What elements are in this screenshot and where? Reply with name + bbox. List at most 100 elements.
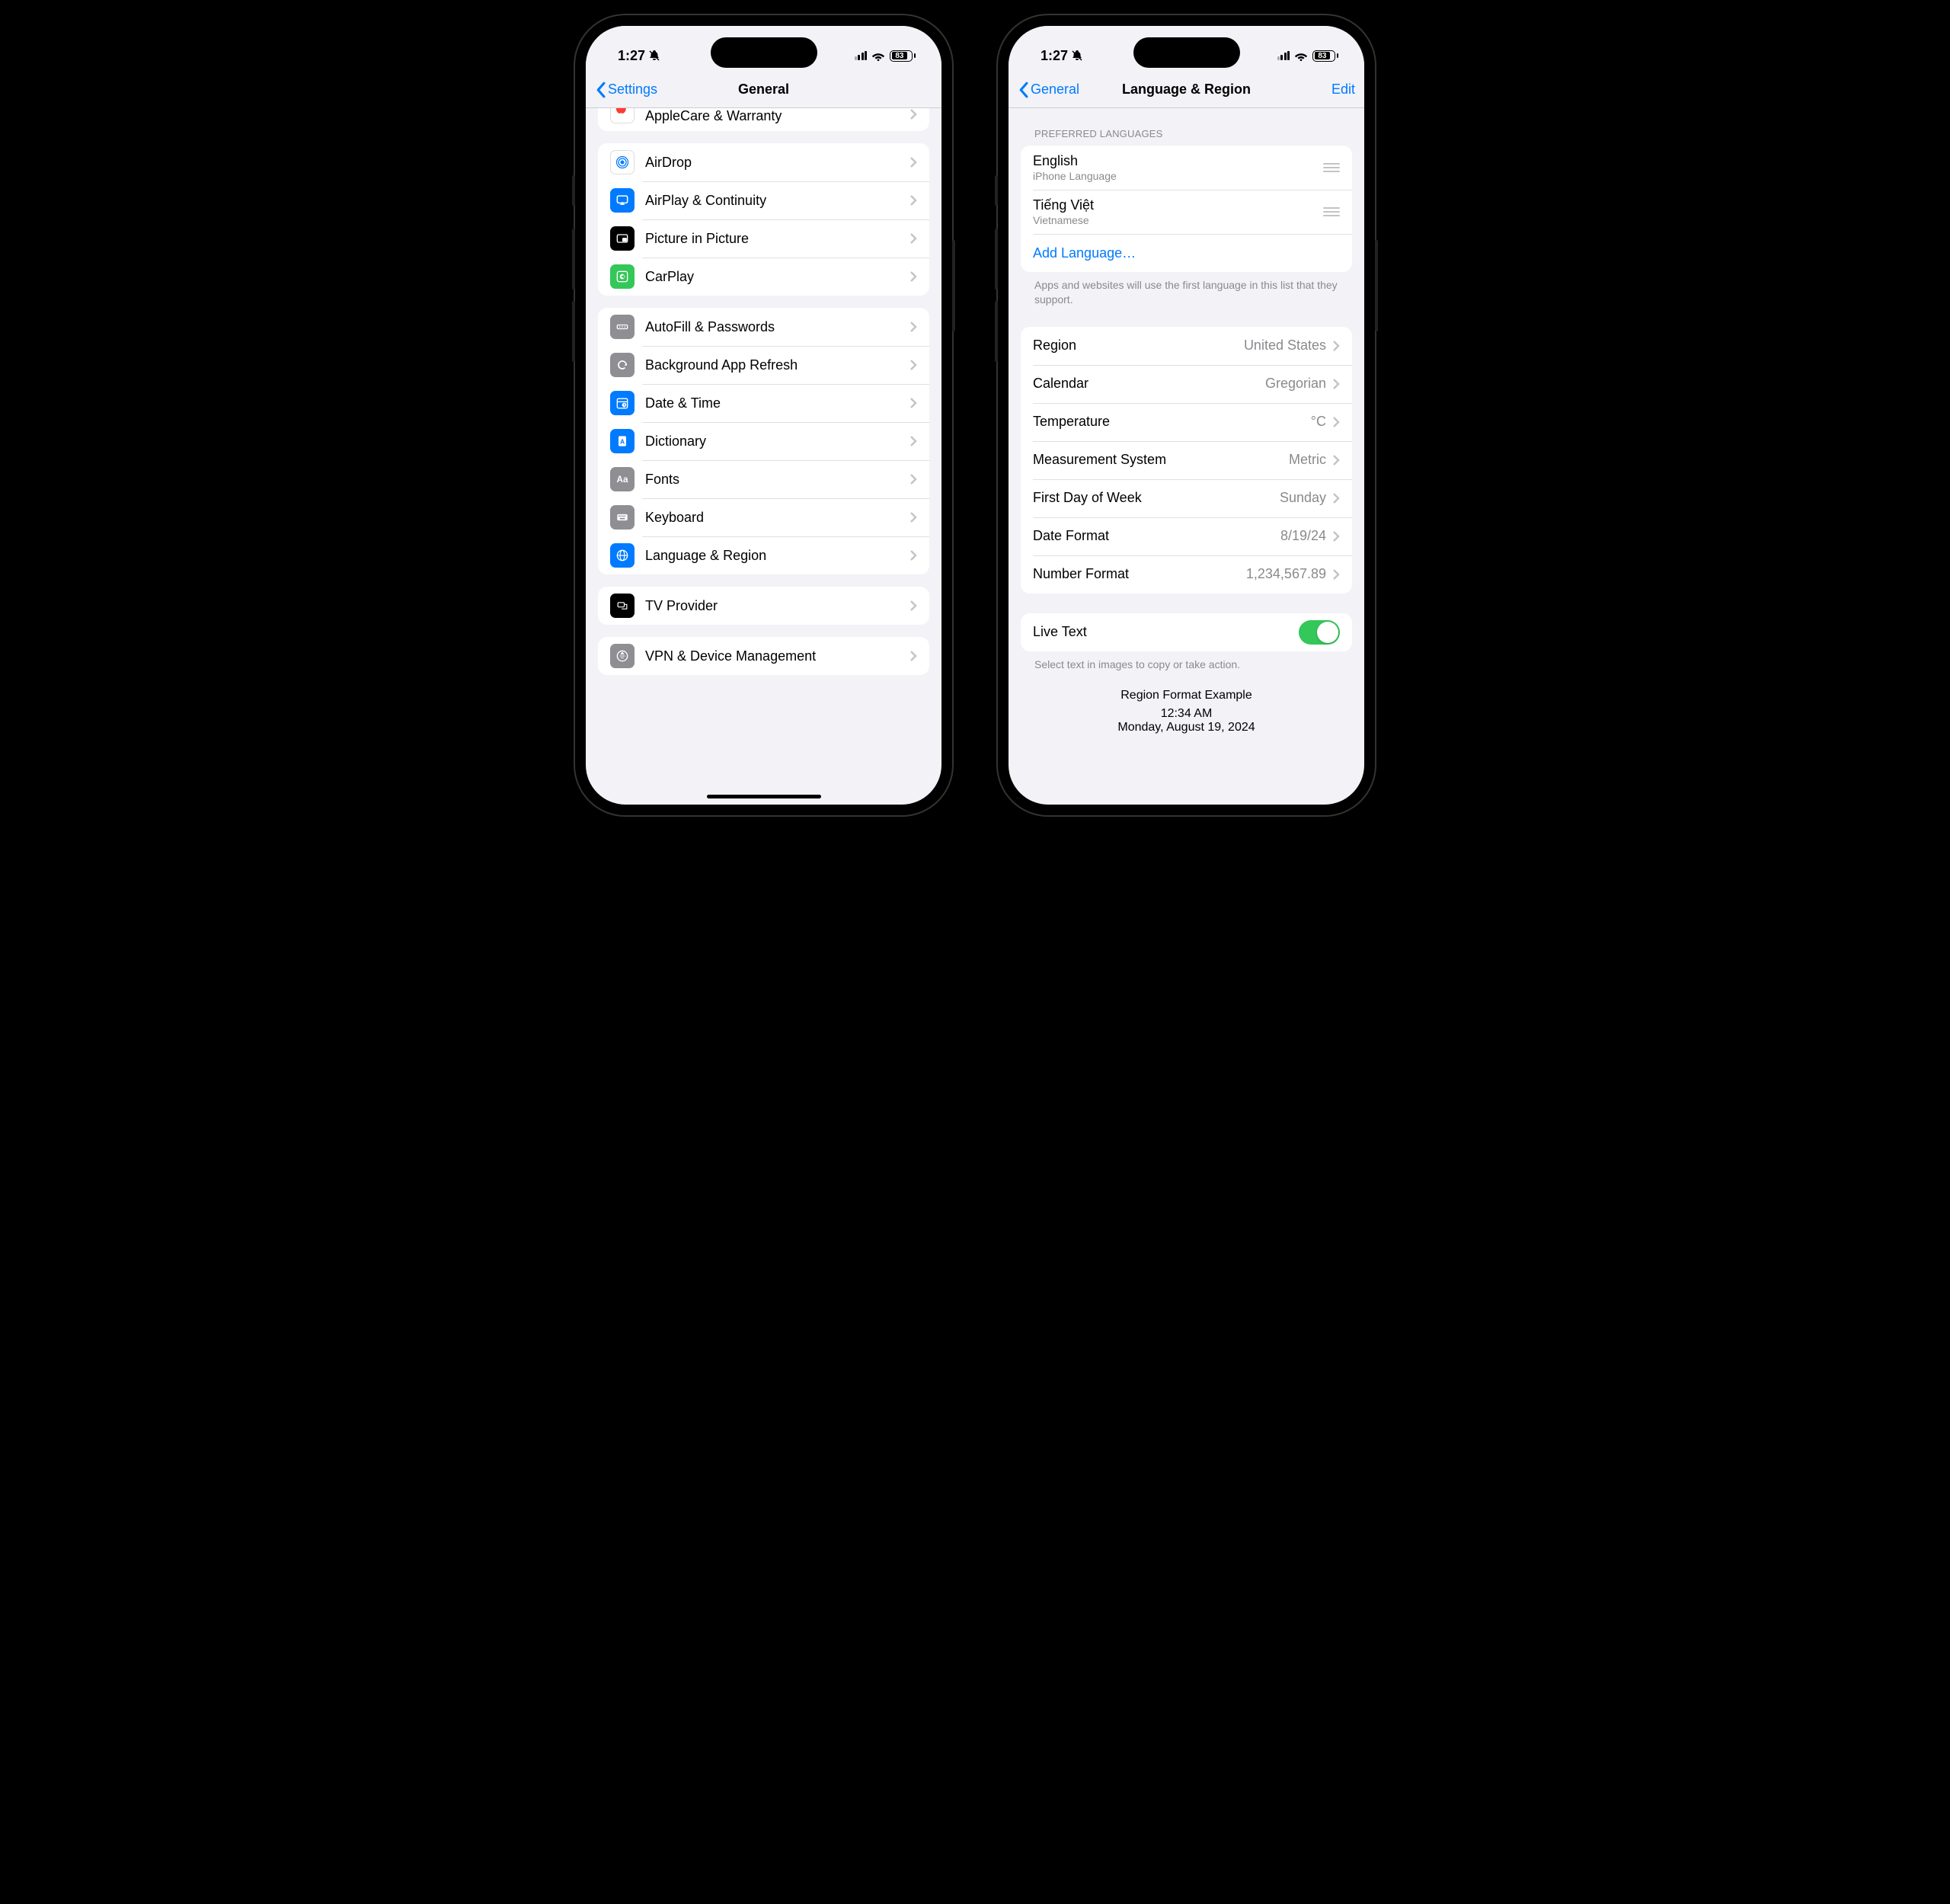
- chevron-icon: [909, 511, 917, 523]
- back-button[interactable]: Settings: [595, 82, 657, 98]
- drag-handle-icon[interactable]: [1315, 203, 1340, 221]
- wifi-icon: [871, 50, 885, 61]
- dateformat-value: 8/19/24: [1280, 528, 1326, 544]
- edit-button[interactable]: Edit: [1331, 82, 1355, 98]
- airdrop-label: AirDrop: [645, 155, 909, 171]
- drag-handle-icon[interactable]: [1315, 158, 1340, 177]
- row-temperature[interactable]: Temperature °C: [1021, 403, 1352, 441]
- row-tvprovider[interactable]: TV Provider: [598, 587, 929, 625]
- tvprovider-icon: [610, 594, 635, 618]
- group-applecare: AppleCare & Warranty: [598, 108, 929, 131]
- row-dictionary[interactable]: A Dictionary: [598, 422, 929, 460]
- add-language-label: Add Language…: [1033, 245, 1136, 261]
- home-indicator[interactable]: [707, 795, 821, 798]
- vpn-label: VPN & Device Management: [645, 648, 909, 664]
- livetext-toggle[interactable]: [1299, 620, 1340, 645]
- chevron-icon: [1332, 530, 1340, 542]
- row-bgrefresh[interactable]: Background App Refresh: [598, 346, 929, 384]
- chevron-icon: [1332, 378, 1340, 390]
- keyboard-icon: [610, 505, 635, 530]
- chevron-icon: [909, 397, 917, 409]
- example-date: Monday, August 19, 2024: [1021, 721, 1352, 734]
- dynamic-island: [1133, 37, 1240, 68]
- row-region[interactable]: Region United States: [1021, 327, 1352, 365]
- row-langregion[interactable]: Language & Region: [598, 536, 929, 574]
- lang-sub: iPhone Language: [1033, 170, 1315, 182]
- row-carplay[interactable]: CarPlay: [598, 258, 929, 296]
- measurement-label: Measurement System: [1033, 452, 1289, 468]
- lang-sub: Vietnamese: [1033, 214, 1315, 226]
- group-region-settings: Region United States Calendar Gregorian …: [1021, 327, 1352, 594]
- row-add-language[interactable]: Add Language…: [1021, 234, 1352, 272]
- row-livetext: Live Text: [1021, 613, 1352, 651]
- firstday-value: Sunday: [1280, 490, 1326, 506]
- phone-left: 1:27 83 Settings General: [575, 15, 952, 815]
- chevron-icon: [1332, 416, 1340, 428]
- firstday-label: First Day of Week: [1033, 490, 1280, 506]
- wifi-icon: [1294, 50, 1308, 61]
- silent-icon: [1071, 50, 1083, 62]
- chevron-icon: [1332, 454, 1340, 466]
- row-vpn[interactable]: VPN & Device Management: [598, 637, 929, 675]
- lang-name: Tiếng Việt: [1033, 197, 1315, 213]
- row-lang-english[interactable]: English iPhone Language: [1021, 146, 1352, 190]
- back-label: General: [1031, 82, 1079, 98]
- measurement-value: Metric: [1289, 452, 1326, 468]
- row-datetime[interactable]: Date & Time: [598, 384, 929, 422]
- langregion-icon: [610, 543, 635, 568]
- numberformat-value: 1,234,567.89: [1246, 566, 1326, 582]
- pip-label: Picture in Picture: [645, 231, 909, 247]
- row-measurement[interactable]: Measurement System Metric: [1021, 441, 1352, 479]
- phone-right: 1:27 83 General Language & Region Edit P…: [998, 15, 1375, 815]
- dateformat-label: Date Format: [1033, 528, 1280, 544]
- autofill-label: AutoFill & Passwords: [645, 319, 909, 335]
- region-label: Region: [1033, 338, 1244, 354]
- row-keyboard[interactable]: Keyboard: [598, 498, 929, 536]
- page-title: General: [738, 82, 789, 98]
- signal-icon: [855, 51, 868, 60]
- chevron-icon: [909, 600, 917, 612]
- group-vpn: VPN & Device Management: [598, 637, 929, 675]
- row-firstday[interactable]: First Day of Week Sunday: [1021, 479, 1352, 517]
- back-button[interactable]: General: [1018, 82, 1079, 98]
- row-pip[interactable]: Picture in Picture: [598, 219, 929, 258]
- livetext-label: Live Text: [1033, 624, 1299, 640]
- row-airplay[interactable]: AirPlay & Continuity: [598, 181, 929, 219]
- datetime-icon: [610, 391, 635, 415]
- autofill-icon: [610, 315, 635, 339]
- row-dateformat[interactable]: Date Format 8/19/24: [1021, 517, 1352, 555]
- group-languages: English iPhone Language Tiếng Việt Vietn…: [1021, 146, 1352, 272]
- carplay-icon: [610, 264, 635, 289]
- row-lang-vietnamese[interactable]: Tiếng Việt Vietnamese: [1021, 190, 1352, 234]
- row-applecare[interactable]: AppleCare & Warranty: [598, 108, 929, 131]
- group-connectivity: AirDrop AirPlay & Continuity Picture in …: [598, 143, 929, 296]
- keyboard-label: Keyboard: [645, 510, 909, 526]
- chevron-icon: [909, 435, 917, 447]
- chevron-icon: [909, 359, 917, 371]
- tvprovider-label: TV Provider: [645, 598, 909, 614]
- navbar-langregion: General Language & Region Edit: [1009, 72, 1364, 108]
- row-fonts[interactable]: Aa Fonts: [598, 460, 929, 498]
- bgrefresh-icon: [610, 353, 635, 377]
- fonts-label: Fonts: [645, 472, 909, 488]
- region-value: United States: [1244, 338, 1326, 354]
- silent-icon: [648, 50, 660, 62]
- chevron-icon: [909, 321, 917, 333]
- bgrefresh-label: Background App Refresh: [645, 357, 909, 373]
- screen-langregion: 1:27 83 General Language & Region Edit P…: [1009, 26, 1364, 805]
- applecare-label: AppleCare & Warranty: [645, 108, 909, 124]
- row-autofill[interactable]: AutoFill & Passwords: [598, 308, 929, 346]
- dictionary-label: Dictionary: [645, 434, 909, 450]
- chevron-icon: [909, 232, 917, 245]
- row-airdrop[interactable]: AirDrop: [598, 143, 929, 181]
- langregion-label: Language & Region: [645, 548, 909, 564]
- chevron-icon: [909, 108, 917, 120]
- group-tvprovider: TV Provider: [598, 587, 929, 625]
- chevron-icon: [909, 194, 917, 206]
- calendar-value: Gregorian: [1265, 376, 1326, 392]
- row-numberformat[interactable]: Number Format 1,234,567.89: [1021, 555, 1352, 594]
- row-calendar[interactable]: Calendar Gregorian: [1021, 365, 1352, 403]
- carplay-label: CarPlay: [645, 269, 909, 285]
- svg-text:A: A: [620, 437, 625, 445]
- footer-livetext: Select text in images to copy or take ac…: [1021, 651, 1352, 672]
